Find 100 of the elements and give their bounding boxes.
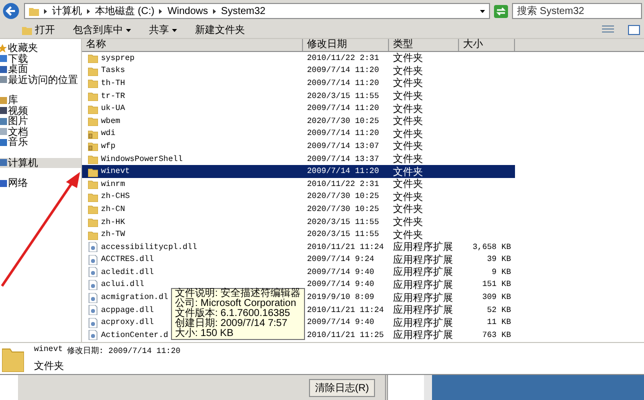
size-cell-text: 151 KB [481,280,512,290]
folder-icon [88,154,98,164]
date-cell-text: 2020/3/15 11:55 [306,92,380,101]
type-cell-text: 应用程序扩展 [392,266,454,280]
file-gear-icon [88,267,98,278]
nav-item[interactable]: 视频 [0,106,28,116]
nav-item[interactable]: 网络 [0,178,28,188]
toolbar-button[interactable]: 共享 [147,23,179,37]
file-name: zh-CN [101,204,126,214]
back-button[interactable] [2,2,20,20]
breadcrumb-item[interactable]: System32 [221,6,266,16]
view-list-icon[interactable] [602,25,614,35]
type-cell-text: 应用程序扩展 [392,292,454,304]
nav-item[interactable]: 图片 [0,116,28,126]
type-cell-text: 文件夹 [392,228,424,242]
file-name: acproxy.dll [101,318,154,328]
refresh-icon[interactable] [494,4,508,18]
type-cell-text: 应用程序扩展 [392,304,454,318]
file-gear-icon [88,330,98,340]
details-type: 文件夹 [34,360,65,372]
file-name: winrm [101,180,126,189]
folder-icon [88,78,98,88]
caret-icon [480,10,485,12]
file-name: zh-CHS [101,192,130,202]
file-name: ACCTRES.dll [101,255,154,264]
folder-icon [2,346,24,372]
nav-item[interactable]: 库 [0,95,18,106]
date-cell-text: 2009/7/14 9:40 [306,268,376,277]
folder-icon [88,53,98,64]
toolbar-button[interactable]: 包含到库中 [71,23,133,37]
type-cell-text: 文件夹 [392,102,424,116]
file-name: accessibilitycpl.dll [101,242,198,252]
search-field[interactable]: 搜索 System32 [512,3,642,19]
file-gear-icon [88,305,98,316]
type-cell-text: 文件夹 [392,114,424,128]
date-cell-text: 2020/7/30 10:25 [306,116,380,126]
folder-icon [88,66,98,76]
nav-item[interactable]: 音乐 [0,137,28,148]
nav-item[interactable]: 下载 [0,54,28,64]
file-name: WindowsPowerShell [101,154,183,164]
toolbar-button[interactable]: 打开 [20,23,57,37]
file-gear-icon [88,292,98,303]
breadcrumb-item[interactable]: 计算机 [52,4,82,18]
file-name: winevt [101,167,130,176]
file-name: acppage.dll [101,306,154,315]
folder-icon [88,230,98,240]
size-cell-text: 11 KB [486,318,512,328]
tooltip-line: 公司: Microsoft Corporation [175,299,298,309]
selected-row[interactable]: winevt 2009/7/14 11:20 文件夹 [82,165,515,178]
folder-icon [88,91,98,102]
type-cell-text: 文件夹 [392,152,424,166]
breadcrumb-item[interactable]: Windows [167,6,208,16]
date-cell-text: 2009/7/14 11:20 [306,66,380,76]
type-cell-text: 应用程序扩展 [392,316,454,330]
star-icon [0,44,7,53]
folder-icon [88,116,98,126]
toolbar-button[interactable]: 新建文件夹 [193,23,247,37]
date-cell-text: 2010/11/21 11:24 [306,306,385,315]
date-cell-text: 2020/7/30 10:25 [306,192,380,202]
nav-item[interactable]: 计算机 [0,158,81,168]
date-cell-text: 2009/7/14 11:20 [306,129,380,138]
file-name: ActionCenter.d [101,330,168,340]
address-bar[interactable]: 计算机 本地磁盘 (C:) Windows System32 [24,3,490,19]
date-cell-text: 2010/11/21 11:25 [306,330,385,340]
nav-item[interactable]: 收藏夹 [0,43,38,54]
column-header[interactable]: 类型 [389,39,459,51]
clear-log-button[interactable]: 清除日志(R) [309,378,375,396]
file-name: zh-TW [101,230,126,240]
file-name: sysprep [101,54,135,63]
type-cell-text: 文件夹 [392,140,424,154]
column-header[interactable]: 修改日期 [303,39,389,51]
column-header[interactable]: 名称 [82,39,303,51]
type-cell-text: 文件夹 [392,52,424,66]
date-cell-text: 2009/7/14 11:20 [306,167,380,176]
date-cell-text: 2010/11/21 11:24 [306,242,385,252]
nav-item[interactable]: 桌面 [0,64,28,74]
nav-item[interactable]: 文档 [0,126,28,137]
date-cell-text: 2020/3/15 11:55 [306,218,380,227]
folder-icon [88,104,98,114]
nav-item[interactable]: 最近访问的位置 [0,74,78,85]
chevron-icon [212,8,218,14]
date-cell-text: 2019/9/10 8:09 [306,293,376,302]
chevron-icon [86,8,91,14]
file-name: wdi [101,129,116,138]
folder-icon [88,204,98,214]
type-cell-text: 文件夹 [392,190,424,204]
folder-icon [88,166,98,177]
file-gear-icon [88,242,98,252]
size-cell-text: 3,658 KB [472,242,512,252]
date-cell-text: 2020/3/15 11:55 [306,230,380,240]
pane-icon[interactable] [628,25,640,35]
breadcrumb-item[interactable]: 本地磁盘 (C:) [95,4,154,18]
file-gear-icon [88,280,98,290]
file-name: uk-UA [101,104,126,114]
chevron-icon [43,8,48,14]
date-cell-text: 2009/7/14 9:40 [306,280,376,290]
chevron-icon [158,8,164,14]
file-name: acledit.dll [101,268,154,277]
nav-icon [0,178,7,188]
type-cell-text: 文件夹 [392,128,424,140]
